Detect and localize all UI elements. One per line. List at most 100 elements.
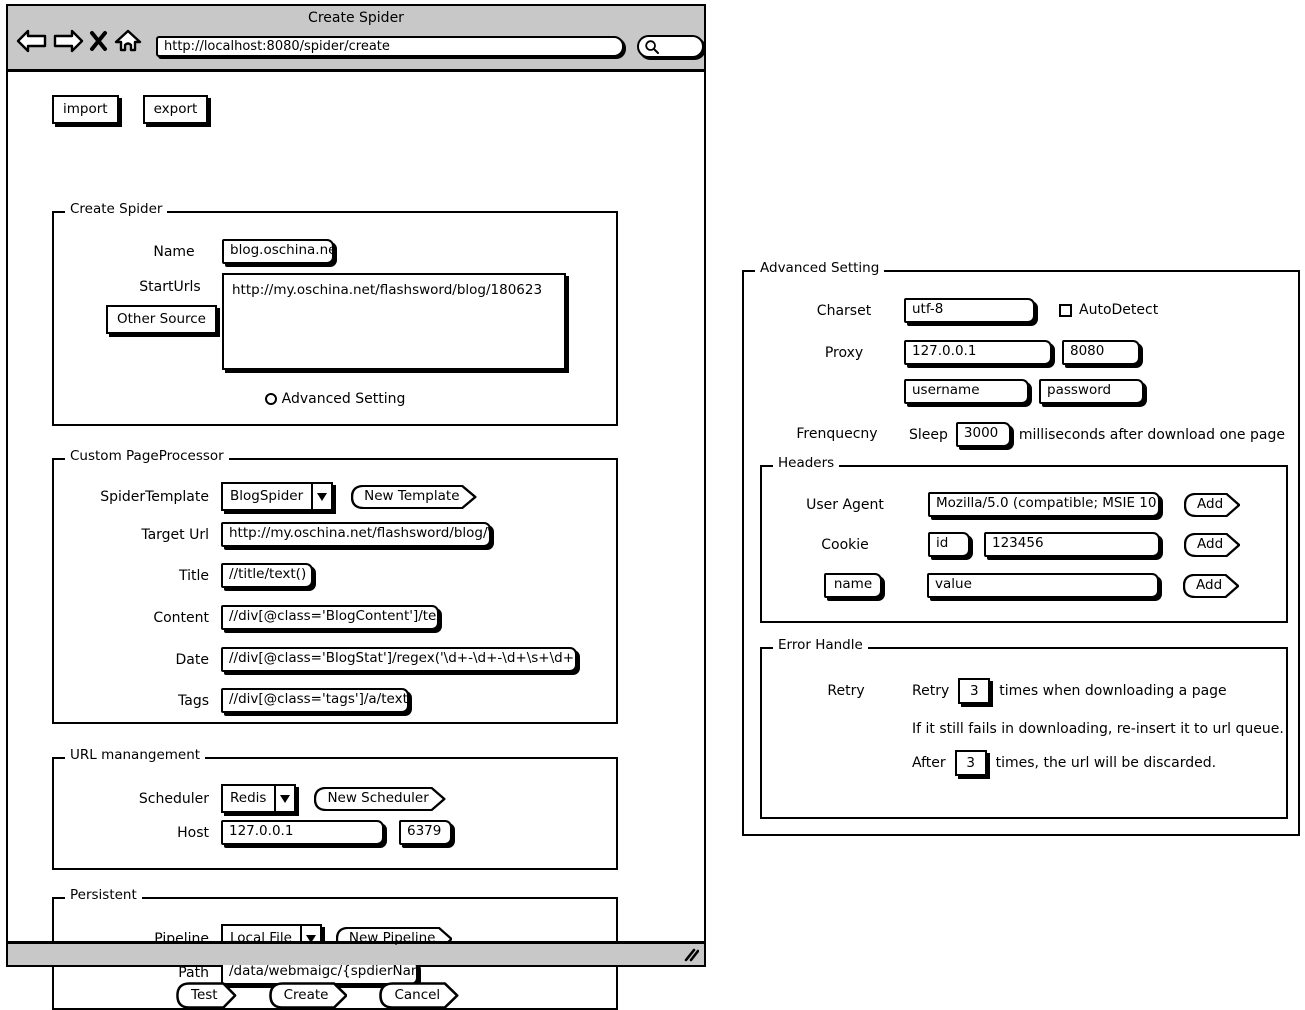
home-icon[interactable] bbox=[113, 28, 143, 54]
cookie-value-input[interactable]: 123456 bbox=[984, 532, 1160, 557]
starturls-textarea[interactable]: http://my.oschina.net/flashsword/blog/18… bbox=[222, 273, 566, 370]
proxy-port-input[interactable]: 8080 bbox=[1062, 340, 1140, 365]
create-spider-group: Create Spider Name blog.oschina.net Star… bbox=[52, 211, 618, 426]
create-button[interactable]: Create bbox=[269, 982, 348, 1009]
browser-nav-icons bbox=[16, 28, 143, 54]
create-label: Create bbox=[284, 989, 329, 1003]
new-scheduler-button[interactable]: New Scheduler bbox=[314, 787, 445, 811]
custom-header-value-input[interactable]: value bbox=[927, 573, 1159, 598]
url-management-group: URL manangement Scheduler Redis New Sche… bbox=[52, 757, 618, 870]
test-label: Test bbox=[191, 989, 218, 1003]
target-url-label: Target Url bbox=[54, 527, 221, 543]
search-input[interactable] bbox=[637, 35, 704, 58]
custom-header-row: name value Add bbox=[762, 573, 1286, 598]
after-prefix-label: After bbox=[912, 755, 946, 771]
error-handle-group: Error Handle Retry Retry 3 times when do… bbox=[760, 647, 1288, 819]
page-content: import export Create Spider Name blog.os… bbox=[8, 72, 704, 941]
new-pipeline-label: New Pipeline bbox=[349, 932, 436, 946]
port-input[interactable]: 6379 bbox=[399, 820, 452, 845]
custom-header-name-input[interactable]: name bbox=[824, 573, 882, 598]
proxy-host-input[interactable]: 127.0.0.1 bbox=[904, 340, 1052, 365]
tags-input[interactable]: //div[@class='tags']/a/text() bbox=[221, 688, 409, 713]
spider-template-value: BlogSpider bbox=[221, 482, 312, 511]
page-processor-group: Custom PageProcessor SpiderTemplate Blog… bbox=[52, 458, 618, 724]
new-template-label: New Template bbox=[364, 490, 459, 504]
chevron-down-icon[interactable] bbox=[312, 482, 333, 511]
title-label: Title bbox=[54, 568, 221, 584]
url-text: http://localhost:8080/spider/create bbox=[164, 39, 390, 54]
target-url-row: Target Url http://my.oschina.net/flashsw… bbox=[54, 522, 491, 547]
title-row: Title //title/text() bbox=[54, 563, 313, 588]
sleep-input[interactable]: 3000 bbox=[956, 422, 1011, 447]
scheduler-select[interactable]: Redis bbox=[221, 784, 296, 813]
cookie-name-input[interactable]: id bbox=[928, 532, 970, 557]
spider-template-select[interactable]: BlogSpider bbox=[221, 482, 333, 511]
advanced-setting-panel: Advanced Setting Charset utf-8 AutoDetec… bbox=[742, 270, 1300, 836]
after-suffix-label: times, the url will be discarded. bbox=[996, 755, 1216, 771]
date-row: Date //div[@class='BlogStat']/regex('\d+… bbox=[54, 647, 577, 672]
resize-grip-icon[interactable] bbox=[683, 948, 699, 962]
custom-header-add-button[interactable]: Add bbox=[1183, 574, 1239, 598]
title-input[interactable]: //title/text() bbox=[221, 563, 313, 588]
forward-arrow-icon[interactable] bbox=[52, 28, 84, 54]
tags-label: Tags bbox=[54, 693, 221, 709]
advanced-setting-title: Advanced Setting bbox=[755, 262, 884, 276]
target-url-input[interactable]: http://my.oschina.net/flashsword/blog/\d… bbox=[221, 522, 491, 547]
scheduler-value: Redis bbox=[221, 784, 275, 813]
add-label: Add bbox=[1197, 498, 1223, 512]
browser-chrome: Create Spider http://localhost:8080/spid… bbox=[8, 6, 704, 72]
user-agent-add-button[interactable]: Add bbox=[1184, 493, 1240, 517]
export-button[interactable]: export bbox=[143, 95, 209, 124]
scheduler-label: Scheduler bbox=[54, 791, 221, 807]
page-processor-group-title: Custom PageProcessor bbox=[65, 450, 229, 464]
retry-suffix-label: times when downloading a page bbox=[999, 683, 1226, 699]
new-scheduler-label: New Scheduler bbox=[327, 792, 428, 806]
user-agent-input[interactable]: Mozilla/5.0 (compatible; MSIE 10.0... bbox=[928, 492, 1160, 517]
new-template-button[interactable]: New Template bbox=[351, 485, 476, 509]
content-input[interactable]: //div[@class='BlogContent']/text() bbox=[221, 605, 439, 630]
url-input[interactable]: http://localhost:8080/spider/create bbox=[156, 36, 624, 57]
sleep-suffix-label: milliseconds after download one page bbox=[1019, 427, 1285, 443]
back-arrow-icon[interactable] bbox=[16, 28, 48, 54]
add-label: Add bbox=[1196, 579, 1222, 593]
after-count-input[interactable]: 3 bbox=[955, 750, 987, 776]
error-handle-note: If it still fails in downloading, re-ins… bbox=[912, 721, 1284, 737]
path-label: Path bbox=[54, 965, 221, 981]
import-button[interactable]: import bbox=[52, 95, 119, 124]
proxy-username-input[interactable]: username bbox=[904, 379, 1029, 404]
advanced-setting-radio-row[interactable]: Advanced Setting bbox=[54, 391, 616, 407]
scheduler-row: Scheduler Redis New Scheduler bbox=[54, 784, 446, 813]
retry-count-input[interactable]: 3 bbox=[958, 678, 990, 704]
add-label: Add bbox=[1197, 538, 1223, 552]
autodetect-checkbox-row[interactable]: AutoDetect bbox=[1059, 302, 1158, 318]
chevron-down-icon[interactable] bbox=[275, 784, 296, 813]
error-handle-note-text: If it still fails in downloading, re-ins… bbox=[912, 721, 1284, 737]
name-input[interactable]: blog.oschina.net bbox=[222, 239, 334, 264]
radio-icon[interactable] bbox=[265, 393, 277, 405]
checkbox-icon[interactable] bbox=[1059, 304, 1072, 317]
error-handle-group-title: Error Handle bbox=[773, 639, 868, 653]
charset-input[interactable]: utf-8 bbox=[904, 298, 1035, 323]
cookie-add-button[interactable]: Add bbox=[1184, 533, 1240, 557]
other-source-button[interactable]: Other Source bbox=[106, 305, 217, 334]
after-count-line: After 3 times, the url will be discarded… bbox=[912, 750, 1216, 776]
proxy-label: Proxy bbox=[784, 345, 904, 361]
sleep-prefix-label: Sleep bbox=[909, 427, 948, 443]
cancel-label: Cancel bbox=[394, 989, 440, 1003]
toolbar: import export bbox=[52, 95, 208, 124]
test-button[interactable]: Test bbox=[176, 982, 237, 1009]
user-agent-label: User Agent bbox=[762, 497, 928, 513]
persistent-group-title: Persistent bbox=[65, 889, 142, 903]
spider-template-label: SpiderTemplate bbox=[54, 489, 221, 505]
retry-prefix-label: Retry bbox=[912, 683, 949, 699]
url-management-group-title: URL manangement bbox=[65, 749, 205, 763]
cancel-button[interactable]: Cancel bbox=[379, 982, 459, 1009]
stop-close-icon[interactable] bbox=[88, 28, 109, 54]
cookie-row: Cookie id 123456 Add bbox=[762, 532, 1286, 557]
host-input[interactable]: 127.0.0.1 bbox=[221, 820, 384, 845]
charset-label: Charset bbox=[784, 303, 904, 319]
content-label: Content bbox=[54, 610, 221, 626]
proxy-password-input[interactable]: password bbox=[1039, 379, 1144, 404]
window-title: Create Spider bbox=[8, 10, 704, 26]
date-input[interactable]: //div[@class='BlogStat']/regex('\d+-\d+-… bbox=[221, 647, 577, 672]
